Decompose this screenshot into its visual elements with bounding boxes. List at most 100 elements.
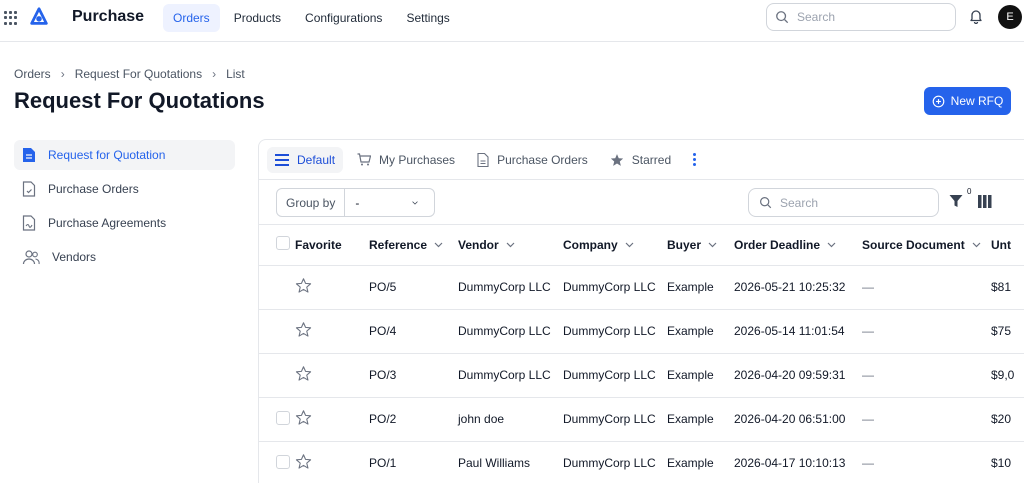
chevron-right-icon: › — [212, 67, 217, 81]
column-header-favorite[interactable]: Favorite — [295, 238, 342, 252]
column-header-company[interactable]: Company — [563, 238, 667, 252]
cell-order-deadline: 2026-04-17 10:10:13 — [734, 441, 862, 483]
column-label: Order Deadline — [734, 237, 821, 252]
sidebar-item-purchase-orders[interactable]: Purchase Orders — [14, 174, 235, 204]
new-rfq-button[interactable]: New RFQ — [924, 87, 1011, 115]
tab-purchase-orders[interactable]: Purchase Orders — [469, 147, 596, 173]
breadcrumb-rfq[interactable]: Request For Quotations — [75, 67, 202, 81]
cell-source-document: — — [862, 265, 991, 310]
table-row[interactable]: PO/5 DummyCorp LLC DummyCorp LLC Example 202… — [259, 265, 1024, 310]
star-outline-icon[interactable] — [295, 409, 312, 426]
column-header-vendor[interactable]: Vendor — [458, 238, 563, 252]
more-vertical-icon[interactable] — [685, 147, 704, 172]
grid-search-input[interactable]: Search — [748, 188, 939, 217]
cell-source-document: — — [862, 397, 991, 442]
list-panel: Default My Purchases Purchase Orders Sta… — [258, 139, 1024, 483]
star-outline-icon[interactable] — [295, 453, 312, 470]
top-search-input[interactable]: Search — [766, 3, 956, 31]
nav-configurations[interactable]: Configurations — [295, 4, 392, 32]
tab-default[interactable]: Default — [267, 146, 344, 173]
filter-icon[interactable] — [949, 194, 963, 208]
columns-icon[interactable] — [978, 195, 992, 208]
column-header-source-document[interactable]: Source Document — [862, 238, 991, 252]
table-row[interactable]: PO/3 DummyCorp LLC DummyCorp LLC Example 202… — [259, 353, 1024, 398]
cell-reference: PO/1 — [369, 441, 458, 483]
cell-untaxed: $81 — [991, 265, 1024, 310]
row-checkbox[interactable] — [276, 454, 290, 469]
filter-count-badge: 0 — [967, 187, 972, 196]
cell-company: DummyCorp LLC — [563, 397, 667, 442]
app-logo-icon[interactable] — [28, 6, 50, 28]
file-icon — [22, 181, 36, 197]
table-row[interactable]: PO/4 DummyCorp LLC DummyCorp LLC Example 202… — [259, 309, 1024, 354]
column-label: Source Document — [862, 237, 965, 252]
file-icon — [477, 152, 489, 167]
avatar[interactable]: E — [998, 5, 1022, 29]
cell-favorite — [295, 353, 369, 398]
chevron-down-icon — [506, 242, 515, 248]
cell-company: DummyCorp LLC — [563, 309, 667, 354]
cell-reference: PO/4 — [369, 309, 458, 354]
column-header-order-deadline[interactable]: Order Deadline — [734, 238, 862, 252]
star-outline-icon[interactable] — [295, 365, 312, 382]
cell-buyer: Example — [667, 441, 734, 483]
cell-select — [259, 353, 295, 398]
new-rfq-label: New RFQ — [950, 94, 1004, 108]
app-grid-icon[interactable] — [4, 11, 18, 25]
sidebar-item-label: Purchase Orders — [48, 182, 139, 196]
sidebar-item-rfq[interactable]: Request for Quotation — [14, 140, 235, 170]
column-label: Vendor — [458, 237, 499, 252]
main-nav: Orders Products Configurations Settings — [163, 4, 460, 32]
cell-vendor: DummyCorp LLC — [458, 309, 563, 354]
cell-vendor: DummyCorp LLC — [458, 265, 563, 310]
file-signed-icon — [22, 215, 36, 231]
breadcrumb-orders[interactable]: Orders — [14, 67, 51, 81]
select-all-checkbox[interactable] — [276, 236, 290, 251]
column-header-untaxed[interactable]: Unt — [991, 238, 1011, 252]
cell-select — [259, 309, 295, 354]
star-outline-icon[interactable] — [295, 277, 312, 294]
table-row[interactable]: PO/2 john doe DummyCorp LLC Example 2026-04-… — [259, 397, 1024, 442]
cell-buyer: Example — [667, 309, 734, 354]
nav-orders[interactable]: Orders — [163, 4, 220, 32]
group-by-select[interactable]: Group by - — [276, 188, 435, 217]
users-icon — [22, 250, 40, 265]
sidebar-item-label: Purchase Agreements — [48, 216, 167, 230]
tab-starred[interactable]: Starred — [602, 147, 679, 173]
chevron-down-icon — [708, 242, 717, 248]
column-label: Buyer — [667, 237, 702, 252]
group-by-value: - — [355, 195, 360, 210]
column-header-reference[interactable]: Reference — [369, 238, 458, 252]
tab-my-purchases[interactable]: My Purchases — [349, 147, 463, 173]
sidebar: Request for Quotation Purchase Orders Pu… — [14, 140, 235, 276]
cell-buyer: Example — [667, 397, 734, 442]
bell-icon[interactable] — [968, 8, 984, 24]
view-tabs: Default My Purchases Purchase Orders Sta… — [259, 140, 1024, 180]
table-row[interactable]: PO/1 Paul Williams DummyCorp LLC Example 202… — [259, 441, 1024, 483]
nav-settings[interactable]: Settings — [396, 4, 459, 32]
cell-buyer: Example — [667, 353, 734, 398]
cell-favorite — [295, 397, 369, 442]
row-checkbox[interactable] — [276, 410, 290, 425]
cell-favorite — [295, 309, 369, 354]
cell-untaxed: $10 — [991, 441, 1024, 483]
app-title: Purchase — [72, 8, 145, 25]
cell-vendor: Paul Williams — [458, 441, 563, 483]
rfq-table: Favorite Reference Vendor Company Buyer … — [259, 225, 1024, 483]
cell-select — [259, 265, 295, 310]
cell-reference: PO/5 — [369, 265, 458, 310]
cell-untaxed: $20 — [991, 397, 1024, 442]
page-title: Request For Quotations — [14, 88, 265, 113]
cell-order-deadline: 2026-05-14 11:01:54 — [734, 309, 862, 354]
nav-products[interactable]: Products — [224, 4, 291, 32]
breadcrumb-list: List — [226, 67, 245, 81]
sidebar-item-label: Vendors — [52, 250, 97, 264]
sidebar-item-purchase-agreements[interactable]: Purchase Agreements — [14, 208, 235, 238]
sidebar-item-vendors[interactable]: Vendors — [14, 242, 235, 272]
tab-label: Purchase Orders — [497, 152, 588, 167]
cell-company: DummyCorp LLC — [563, 441, 667, 483]
star-outline-icon[interactable] — [295, 321, 312, 338]
star-icon — [610, 153, 623, 166]
cell-order-deadline: 2026-04-20 06:51:00 — [734, 397, 862, 442]
column-header-buyer[interactable]: Buyer — [667, 238, 734, 252]
